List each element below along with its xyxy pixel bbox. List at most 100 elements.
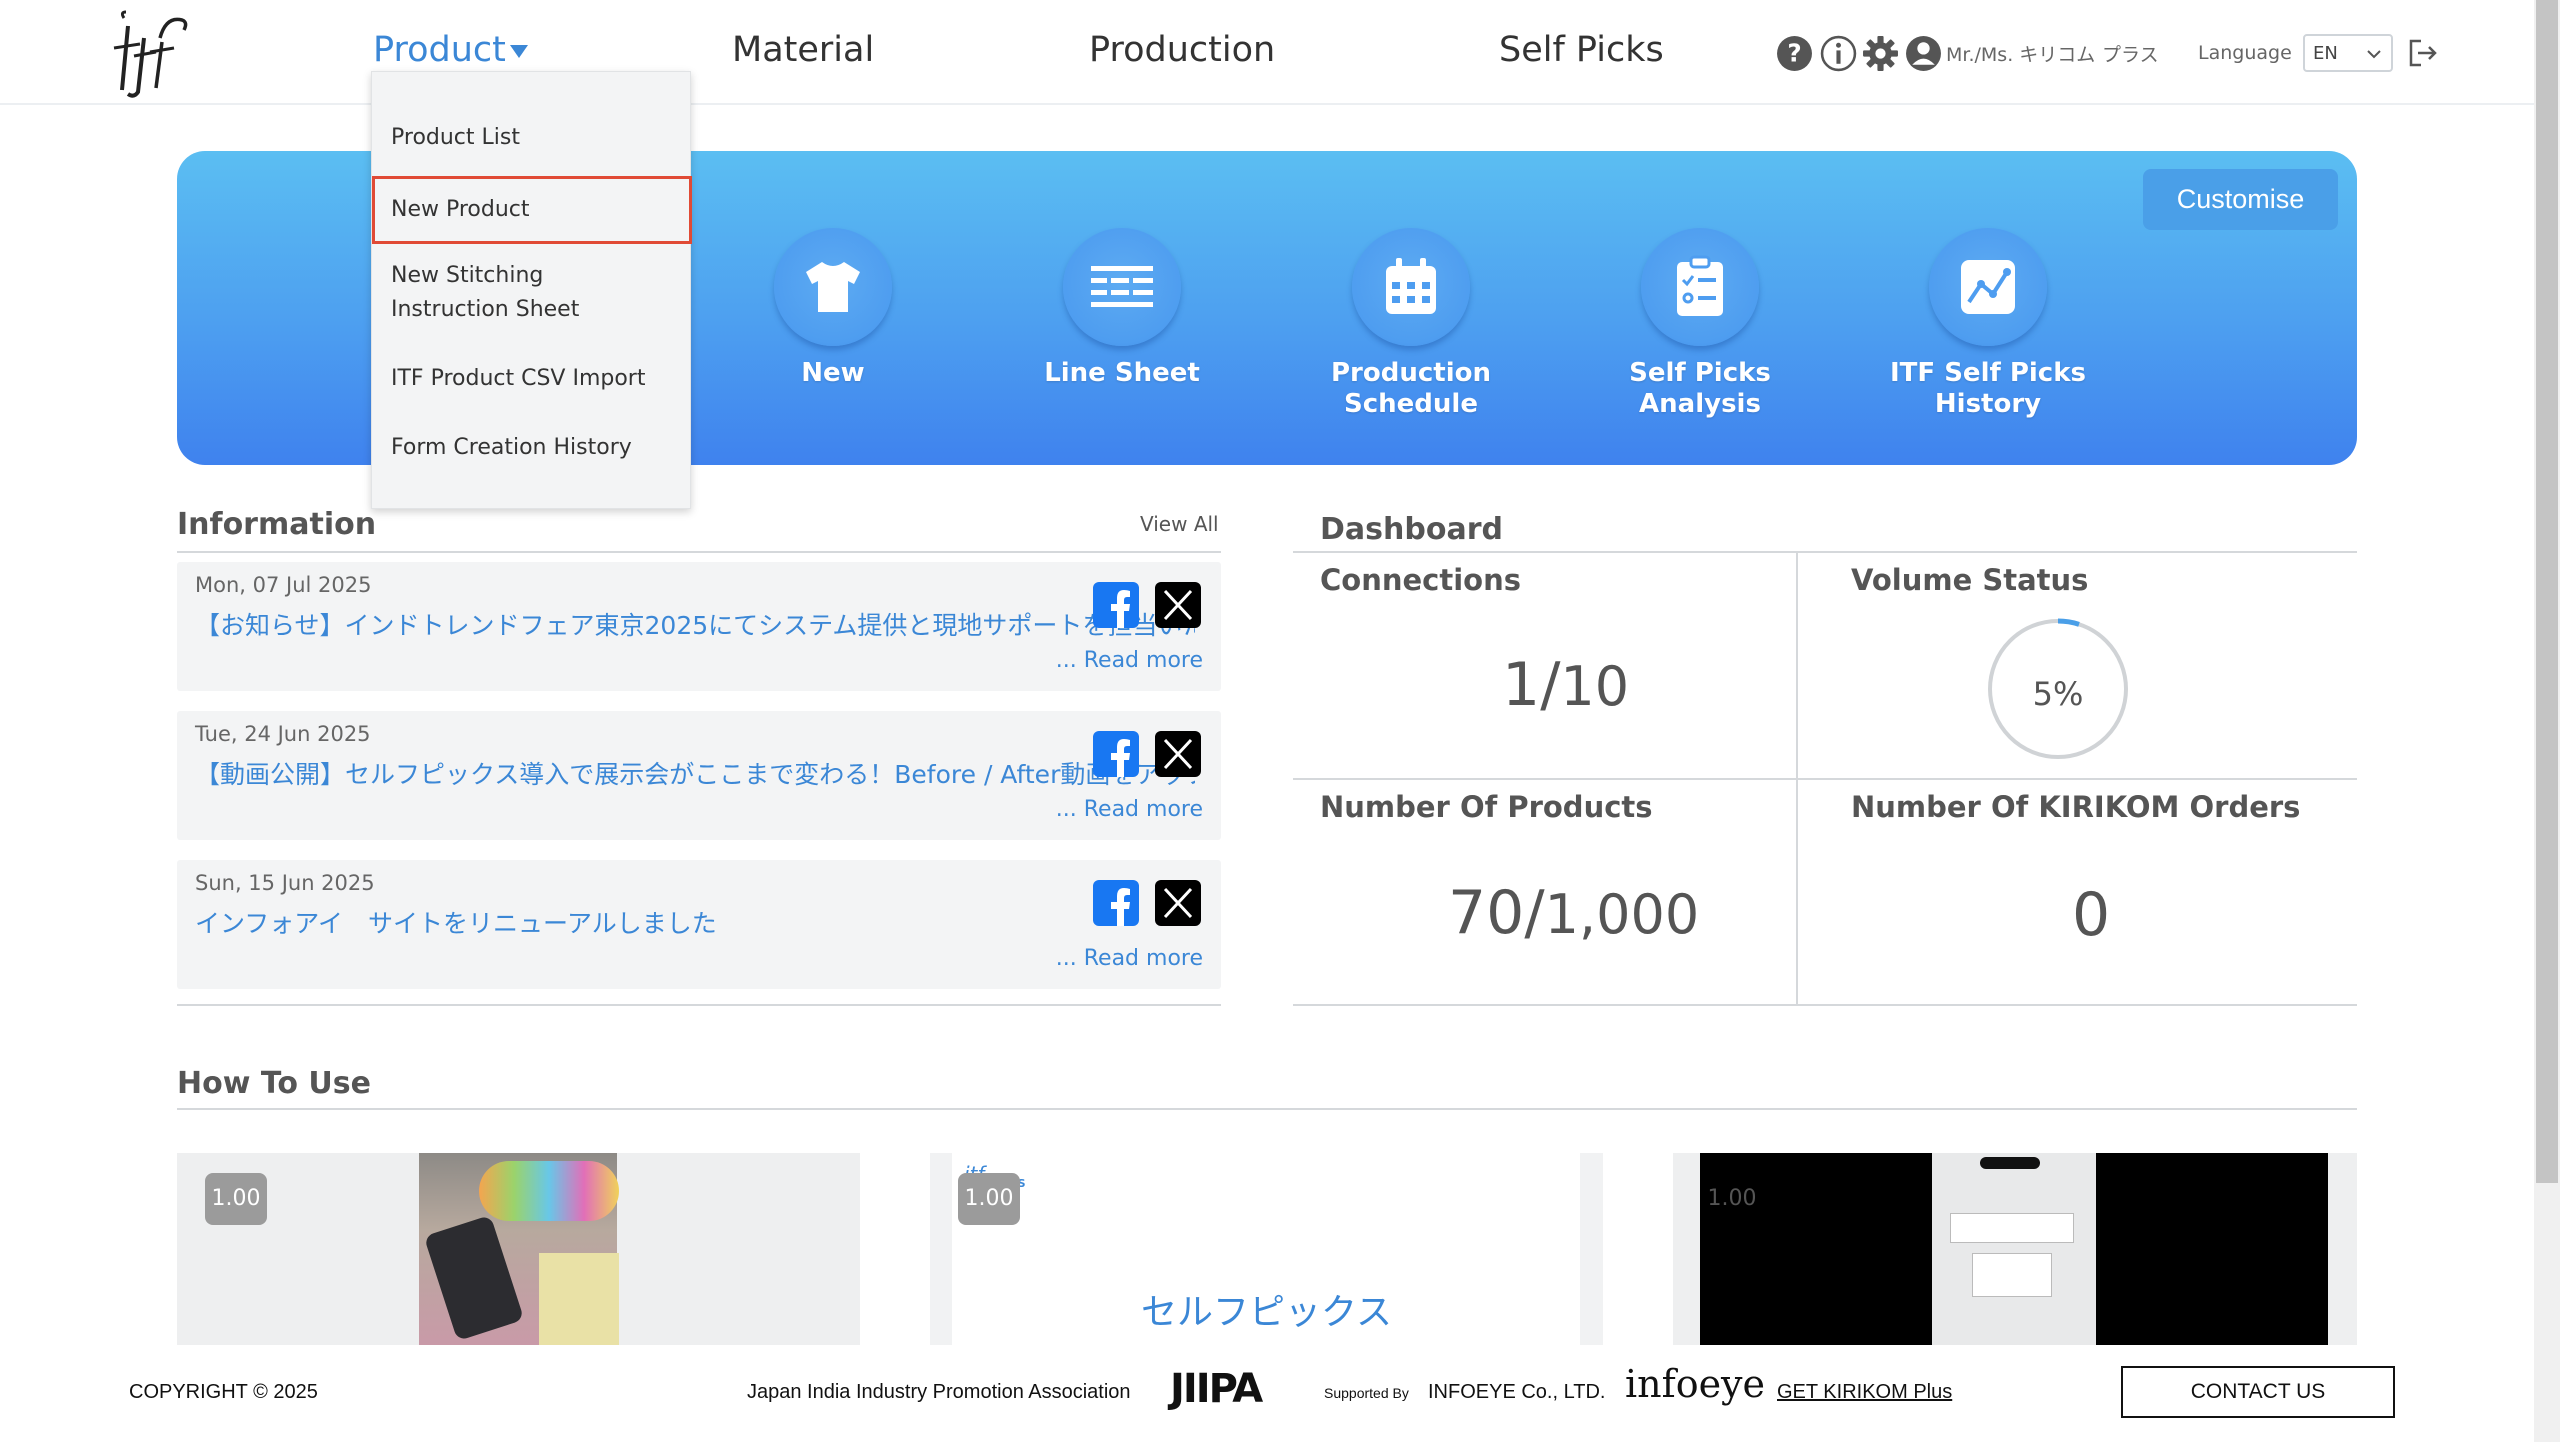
news-headline[interactable]: 【お知らせ】インドトレンドフェア東京2025にてシステム提供と現地サポートを担当… [195,606,1195,641]
svg-text:?: ? [1787,39,1801,68]
infoeye-logo[interactable]: infoeye [1625,1362,1765,1406]
language-select[interactable]: EN [2303,34,2393,72]
logout-icon[interactable] [2405,36,2439,70]
x-share-icon[interactable] [1155,582,1201,628]
shortcut-itf-self-picks-history-label: ITF Self Picks History [1889,358,2086,419]
dashboard-bottom-divider [1293,1004,2357,1006]
nav-material[interactable]: Material [732,30,874,70]
video-player[interactable]: itf PLUS 1.00 セルフピックス [930,1153,1603,1346]
view-all-link[interactable]: View All [1140,512,1219,536]
x-share-icon[interactable] [1155,731,1201,777]
products-current: 70 [1448,878,1525,948]
volume-status-percent: 5% [2032,675,2084,713]
dashboard-title: Dashboard [1320,512,1503,547]
info-icon[interactable] [1820,35,1857,72]
menu-item-form-creation-history[interactable]: Form Creation History [372,431,692,465]
copyright-text: COPYRIGHT © 2025 [129,1381,318,1403]
video-caption: セルフピックス [1141,1292,1392,1333]
menu-item-new-stitching-instruction-sheet[interactable]: New Stitching Instruction Sheet [372,259,672,327]
shortcut-production-schedule-label: Production Schedule [1331,358,1491,419]
tshirt-icon [806,262,860,312]
playback-speed-badge[interactable]: 1.00 [1701,1173,1763,1225]
video-player[interactable]: 1.00 [177,1153,860,1346]
facebook-share-icon[interactable] [1093,880,1139,926]
news-headline[interactable]: インフォアイ サイトをリニューアルしました [195,904,1195,939]
facebook-share-icon[interactable] [1093,731,1139,777]
shortcut-new[interactable]: New [708,228,958,389]
chevron-down-icon [2367,50,2381,59]
news-date: Sun, 15 Jun 2025 [195,871,375,895]
products-count-value: 70/1,000 [1448,878,1700,948]
list-icon [1091,266,1153,307]
get-kirikom-plus-link[interactable]: GET KIRIKOM Plus [1777,1381,1952,1404]
language-value: EN [2313,43,2338,64]
how-to-use-divider [177,1108,2357,1110]
dashboard-mid-divider [1293,778,2357,780]
help-icon[interactable]: ? [1776,35,1813,72]
information-bottom-divider [177,1004,1221,1006]
playback-speed-badge[interactable]: 1.00 [958,1173,1020,1225]
calendar-icon [1386,258,1436,314]
x-share-icon[interactable] [1155,880,1201,926]
kirikom-orders-title: Number Of KIRIKOM Orders [1851,790,2301,824]
news-item[interactable]: Tue, 24 Jun 2025 【動画公開】セルフピックス導入で展示会がここま… [177,711,1221,840]
read-more-link[interactable]: ... Read more [1056,946,1203,971]
information-title: Information [177,507,377,542]
menu-item-product-list[interactable]: Product List [372,121,692,155]
connections-value: 1/10 [1502,650,1630,720]
facebook-share-icon[interactable] [1093,582,1139,628]
product-dropdown-menu: Product List New Product New Stitching I… [371,71,692,509]
news-date: Tue, 24 Jun 2025 [195,722,371,746]
products-count-title: Number Of Products [1320,790,1653,824]
jiipa-logo[interactable]: JIIPA [1170,1366,1263,1412]
language-label: Language [2198,42,2292,64]
shortcut-itf-self-picks-history[interactable]: ITF Self Picks History [1863,228,2113,420]
supported-by-label: Supported By [1324,1385,1409,1401]
connections-current: 1 [1502,650,1541,720]
video-thumbnail [1932,1153,2096,1346]
caret-down-icon [509,44,528,58]
shortcut-self-picks-analysis-label: Self Picks Analysis [1629,358,1771,419]
nav-product-label: Product [373,30,506,70]
contact-us-button[interactable]: CONTACT US [2121,1366,2395,1418]
scrollbar-thumb[interactable] [2536,0,2558,1183]
volume-status-title: Volume Status [1851,563,2089,597]
shortcut-line-sheet[interactable]: Line Sheet [997,228,1247,389]
news-date: Mon, 07 Jul 2025 [195,573,372,597]
association-name: Japan India Industry Promotion Associati… [747,1381,1131,1403]
user-name[interactable]: Mr./Ms. キリコム [1946,40,2095,67]
chart-icon [1961,260,2015,314]
video-thumbnail [419,1153,619,1346]
user-icon[interactable] [1905,35,1942,72]
read-more-link[interactable]: ... Read more [1056,648,1203,673]
shortcut-line-sheet-label: Line Sheet [1044,358,1200,388]
customise-button[interactable]: Customise [2143,169,2338,230]
kirikom-orders-value: 0 [2072,880,2111,950]
shortcut-self-picks-analysis[interactable]: Self Picks Analysis [1575,228,1825,420]
how-to-use-title: How To Use [177,1066,371,1101]
connections-total: 10 [1560,655,1630,718]
dashboard-vertical-divider [1796,553,1798,1006]
menu-item-itf-product-csv-import[interactable]: ITF Product CSV Import [372,362,692,396]
clipboard-icon [1677,255,1723,316]
company-name: INFOEYE Co., LTD. [1428,1381,1606,1403]
user-plan: プラス [2102,44,2159,66]
video-player[interactable]: 1.00 [1673,1153,2357,1346]
nav-self-picks[interactable]: Self Picks [1499,30,1664,70]
menu-item-new-product[interactable]: New Product [372,176,692,244]
nav-production[interactable]: Production [1089,30,1275,70]
connections-title: Connections [1320,563,1521,597]
video-letterbox-right [2096,1153,2328,1346]
products-total: 1,000 [1544,883,1700,946]
gear-icon[interactable] [1862,35,1899,72]
dashboard-top-divider [1293,551,2357,553]
nav-product[interactable]: Product [373,30,528,70]
information-divider [177,551,1221,553]
shortcut-production-schedule[interactable]: Production Schedule [1286,228,1536,420]
news-item[interactable]: Mon, 07 Jul 2025 【お知らせ】インドトレンドフェア東京2025に… [177,562,1221,691]
news-headline[interactable]: 【動画公開】セルフピックス導入で展示会がここまで変わる！Before / Aft… [195,755,1195,790]
news-item[interactable]: Sun, 15 Jun 2025 インフォアイ サイトをリニューアルしました .… [177,860,1221,989]
read-more-link[interactable]: ... Read more [1056,797,1203,822]
itf-logo[interactable] [104,8,194,98]
playback-speed-badge[interactable]: 1.00 [205,1173,267,1225]
